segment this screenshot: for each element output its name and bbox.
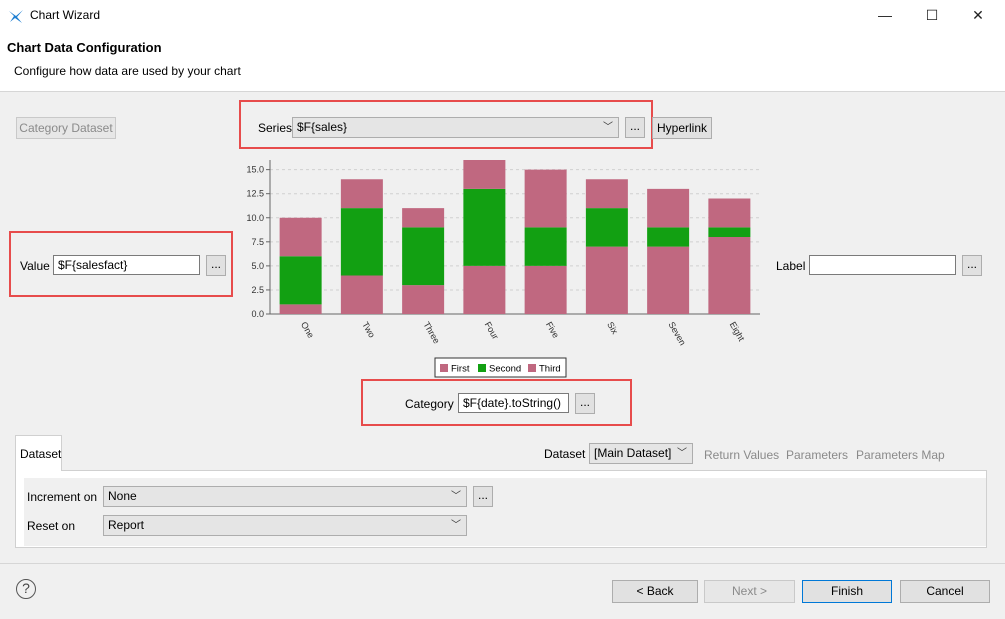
y-tick-label: 0.0 (251, 309, 264, 319)
tab-dataset-label: Dataset (20, 447, 62, 461)
back-button[interactable]: < Back (612, 580, 698, 603)
bar-segment-second (585, 208, 628, 247)
chart-preview: 0.0 2.5 5.0 7.5 10.0 12.5 15.0 One Two Three Four F… (246, 160, 760, 378)
dataset-select-label: Dataset (544, 447, 586, 461)
legend-swatch (478, 364, 486, 372)
return-values-link[interactable]: Return Values (704, 448, 779, 462)
wizard-header: Chart Data Configuration Configure how d… (0, 31, 1005, 92)
y-tick-label: 10.0 (246, 213, 264, 223)
finish-button[interactable]: Finish (802, 580, 892, 603)
chevron-down-icon: ﹀ (451, 520, 461, 531)
legend-label: Third (539, 364, 561, 375)
x-tick-label: Five (544, 320, 561, 340)
page-title: Chart Data Configuration (7, 40, 162, 55)
bar-segment-third (647, 188, 690, 228)
page-subtitle: Configure how data are used by your char… (14, 64, 241, 78)
x-tick-label: Seven (666, 320, 687, 347)
category-browse-button[interactable]: ... (575, 393, 595, 414)
label-input[interactable] (809, 255, 956, 275)
x-tick-label: Six (605, 320, 620, 336)
bar-segment-first (279, 304, 322, 314)
title-bar: Chart Wizard — ☐ ✕ (0, 0, 1005, 31)
label-browse-button[interactable]: ... (962, 255, 982, 276)
bar-segment-first (402, 285, 445, 314)
chevron-down-icon: ﹀ (451, 491, 461, 502)
footer-separator (0, 563, 1005, 564)
increment-on-select[interactable]: None ﹀ (103, 486, 467, 507)
y-tick-label: 15.0 (246, 165, 264, 175)
bar-segment-first (463, 265, 506, 314)
category-label: Category (405, 397, 454, 411)
bar-segment-first (647, 246, 690, 314)
x-tick-label: Four (483, 320, 501, 341)
bar-segment-second (340, 208, 383, 276)
help-icon[interactable]: ? (16, 579, 36, 599)
dataset-select-value: [Main Dataset] (594, 446, 672, 460)
hyperlink-button[interactable]: Hyperlink (652, 117, 712, 139)
increment-on-value: None (108, 489, 137, 503)
series-combo[interactable]: $F{sales} ﹀ (292, 117, 619, 138)
bar-segment-third (585, 179, 628, 209)
bar-segment-third (463, 160, 506, 189)
y-tick-label: 2.5 (251, 285, 264, 295)
label-label: Label (776, 259, 806, 273)
bar-segment-second (524, 227, 567, 266)
bar-segment-first (585, 246, 628, 314)
legend-label: Second (489, 364, 521, 375)
y-tick-label: 7.5 (251, 237, 264, 247)
reset-on-select[interactable]: Report ﹀ (103, 515, 467, 536)
parameters-map-link[interactable]: Parameters Map (856, 448, 945, 462)
series-label: Series (258, 121, 293, 135)
x-tick-label: Three (421, 320, 441, 345)
x-tick-label: Two (360, 320, 377, 339)
legend-label: First (451, 364, 470, 375)
legend-swatch (440, 364, 448, 372)
next-button[interactable]: Next > (704, 580, 795, 603)
category-dataset-button[interactable]: Category Dataset (16, 117, 116, 139)
value-label: Value (20, 259, 50, 273)
bar-segment-third (524, 169, 567, 228)
bar-segment-third (279, 217, 322, 257)
legend-swatch (528, 364, 536, 372)
bar-segment-first (340, 275, 383, 314)
bar-segment-third (402, 208, 445, 228)
bar-segment-first (524, 265, 567, 314)
reset-on-value: Report (108, 518, 145, 532)
bar-segment-second (279, 256, 322, 305)
chevron-down-icon: ﹀ (677, 448, 687, 459)
reset-on-label: Reset on (27, 519, 76, 533)
maximize-button[interactable]: ☐ (912, 4, 952, 26)
tab-dataset[interactable]: Dataset (15, 435, 62, 471)
value-browse-button[interactable]: ... (206, 255, 226, 276)
app-icon (9, 10, 23, 23)
bar-segment-third (708, 198, 751, 228)
x-tick-label: One (299, 320, 316, 340)
increment-on-browse-button[interactable]: ... (473, 486, 493, 507)
category-input[interactable]: $F{date}.toString() (458, 393, 569, 413)
bar-segment-first (708, 237, 751, 314)
bar-segment-second (402, 227, 445, 286)
increment-on-label: Increment on (27, 490, 98, 504)
x-tick-label: Eight (728, 320, 747, 343)
series-value: $F{sales} (297, 120, 348, 134)
y-tick-label: 12.5 (246, 189, 264, 199)
window-title: Chart Wizard (30, 8, 101, 22)
chevron-down-icon: ﹀ (603, 122, 613, 133)
minimize-button[interactable]: — (865, 4, 905, 26)
value-input[interactable]: $F{salesfact} (53, 255, 200, 275)
bar-segment-second (708, 227, 751, 237)
bar-segment-second (463, 188, 506, 266)
series-browse-button[interactable]: ... (625, 117, 645, 138)
close-button[interactable]: ✕ (958, 4, 998, 26)
y-tick-label: 5.0 (251, 261, 264, 271)
cancel-button[interactable]: Cancel (900, 580, 990, 603)
parameters-link[interactable]: Parameters (786, 448, 848, 462)
dataset-select[interactable]: [Main Dataset] ﹀ (589, 443, 693, 464)
bar-segment-third (340, 179, 383, 209)
bar-segment-second (647, 227, 690, 247)
